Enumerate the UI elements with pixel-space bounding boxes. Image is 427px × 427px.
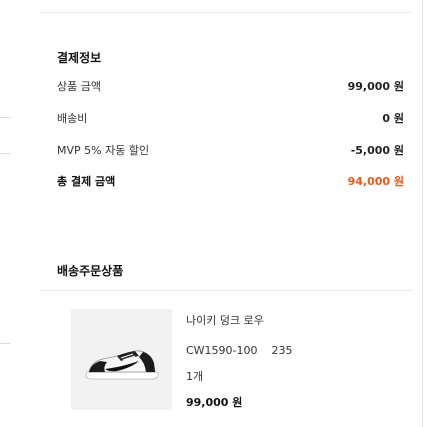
product-size: 235	[271, 344, 293, 357]
product-model-code: CW1590-100	[186, 344, 258, 357]
section-divider-products	[40, 290, 412, 291]
total-payment-value: 94,000 원	[347, 175, 404, 188]
panel-right-border	[422, 0, 423, 427]
payment-row-value: 0 원	[382, 112, 404, 125]
product-price: 99,000 원	[186, 396, 243, 409]
product-quantity: 1개	[186, 370, 204, 383]
payment-row-product-amount: 상품 금액 99,000 원	[57, 79, 404, 95]
payment-row-label: 배송비	[57, 112, 88, 125]
payment-row-total: 총 결제 금액 94,000 원	[57, 174, 404, 190]
payment-row-label: MVP 5% 자동 할인	[57, 144, 150, 157]
product-thumbnail[interactable]	[71, 309, 172, 410]
shipping-order-products-title: 배송주문상품	[57, 264, 124, 278]
payment-row-mvp-discount: MVP 5% 자동 할인 -5,000 원	[57, 143, 404, 159]
payment-row-value: 99,000 원	[347, 80, 404, 93]
left-edge-tick	[0, 153, 11, 154]
left-edge-tick	[0, 343, 11, 344]
left-edge-tick	[0, 117, 11, 118]
product-option: CW1590-100 235	[186, 344, 293, 358]
payment-info-title: 결제정보	[57, 51, 102, 65]
total-payment-label: 총 결제 금액	[57, 175, 116, 188]
product-name[interactable]: 나이키 덩크 로우	[186, 314, 264, 328]
payment-row-label: 상품 금액	[57, 80, 101, 93]
payment-row-value: -5,000 원	[350, 144, 404, 157]
section-divider-top	[40, 12, 412, 13]
payment-row-shipping-fee: 배송비 0 원	[57, 111, 404, 127]
sneaker-thumbnail-icon	[85, 350, 159, 380]
order-summary-panel: 결제정보 상품 금액 99,000 원 배송비 0 원 MVP 5% 자동 할인…	[0, 0, 427, 427]
